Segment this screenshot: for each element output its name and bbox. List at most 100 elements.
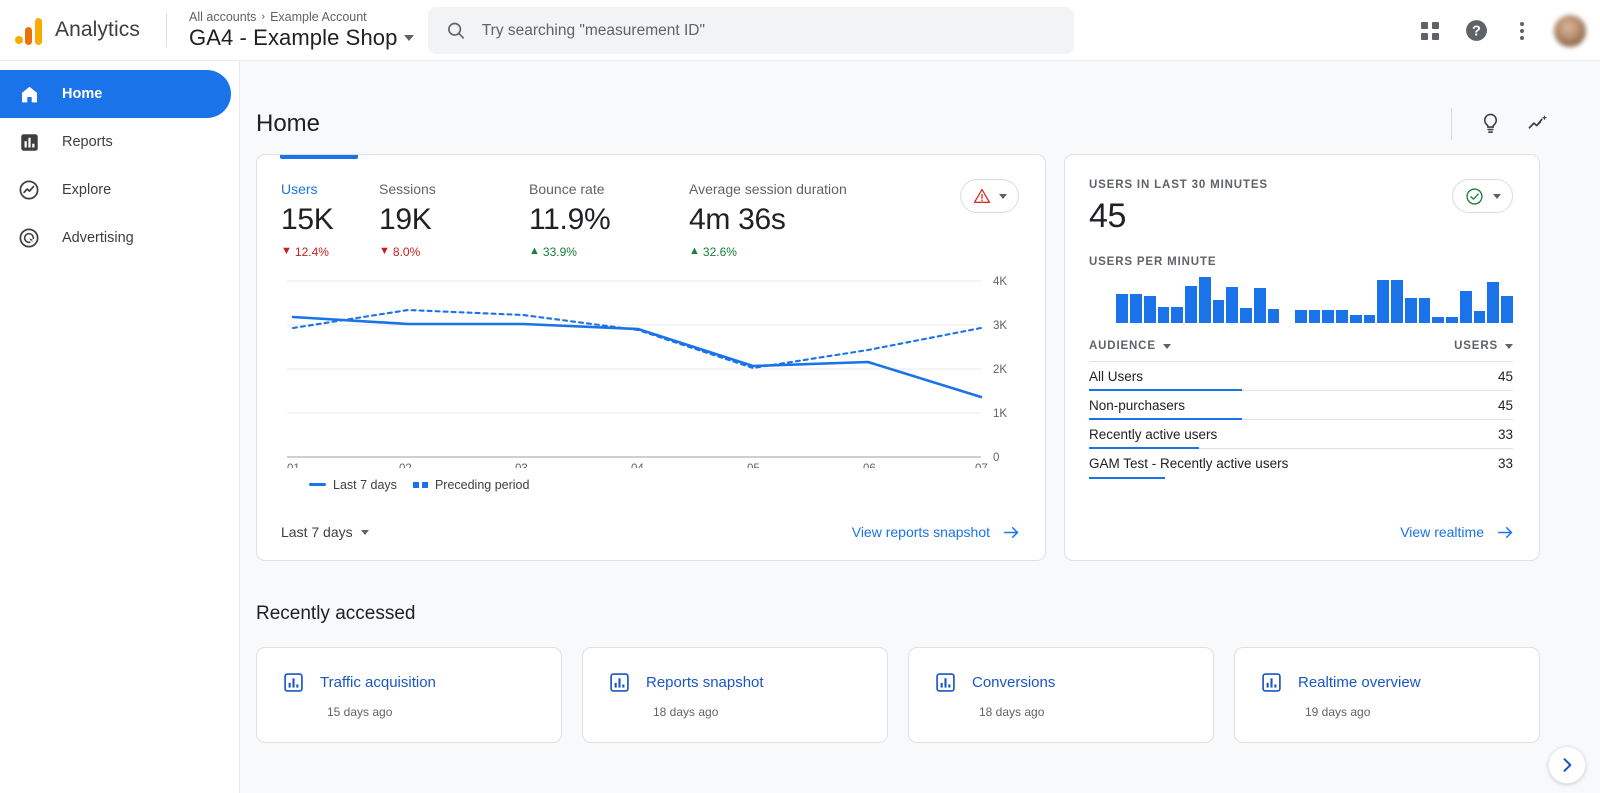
recent-card-time: 19 days ago (1305, 705, 1539, 719)
metric-value: 4m 36s (689, 204, 919, 236)
avatar[interactable] (1554, 15, 1586, 47)
row-users: 33 (1498, 427, 1513, 442)
metric-value: 11.9% (529, 204, 689, 236)
per-minute-bar (1405, 298, 1417, 323)
apps-grid-button[interactable] (1408, 9, 1452, 53)
metric-label: Average session duration (689, 181, 919, 197)
per-minute-bar (1446, 317, 1458, 323)
dashboard-cards: Users 15K ▼ 12.4% Sessions 19K ▼ 8.0% (240, 154, 1600, 561)
intelligence-button[interactable] (1516, 102, 1560, 146)
metrics-row: Users 15K ▼ 12.4% Sessions 19K ▼ 8.0% (257, 155, 1045, 259)
column-header-users[interactable]: USERS (1454, 340, 1513, 352)
metric-delta: ▼ 8.0% (379, 245, 529, 259)
metric-users[interactable]: Users 15K ▼ 12.4% (281, 181, 379, 259)
table-row[interactable]: Non-purchasers 45 (1089, 391, 1513, 420)
svg-text:06: 06 (863, 463, 876, 468)
per-minute-bar (1460, 291, 1472, 323)
page-tools (1451, 102, 1560, 146)
recent-card-time: 18 days ago (979, 705, 1213, 719)
view-realtime-link[interactable]: View realtime (1400, 523, 1515, 542)
top-bar: Analytics All accounts › Example Account… (0, 0, 1600, 61)
users-per-minute-caption: USERS PER MINUTE (1089, 256, 1513, 268)
metric-delta-value: 33.9% (543, 245, 577, 259)
realtime-status-badge[interactable] (1452, 179, 1513, 213)
legend-item-preceding-period: Preceding period (413, 478, 530, 492)
recent-card-name: Traffic acquisition (320, 674, 436, 691)
audience-table: AUDIENCE USERS All Users 45 (1089, 340, 1513, 478)
table-row[interactable]: Recently active users 33 (1089, 420, 1513, 449)
ga4-home-page: Analytics All accounts › Example Account… (0, 0, 1600, 793)
per-minute-bar (1213, 300, 1225, 323)
recent-card-conversions[interactable]: Conversions 18 days ago (908, 647, 1214, 743)
metric-delta: ▲ 33.9% (529, 245, 689, 259)
metric-delta-value: 32.6% (703, 245, 737, 259)
svg-text:05: 05 (747, 463, 760, 468)
sidebar-item-reports[interactable]: Reports (0, 118, 231, 166)
more-options-button[interactable] (1500, 9, 1544, 53)
sidebar-item-home[interactable]: Home (0, 70, 231, 118)
carousel-next-button[interactable] (1548, 746, 1586, 784)
warning-triangle-icon (973, 187, 991, 205)
metric-value: 19K (379, 204, 529, 236)
sidebar-item-explore[interactable]: Explore (0, 166, 231, 214)
help-icon: ? (1464, 18, 1489, 43)
chart-gridlines (287, 281, 981, 457)
metric-bounce-rate[interactable]: Bounce rate 11.9% ▲ 33.9% (529, 181, 689, 259)
report-bar-icon (283, 672, 304, 693)
column-label: AUDIENCE (1089, 340, 1156, 352)
divider (166, 13, 167, 47)
table-row[interactable]: GAM Test - Recently active users 33 (1089, 449, 1513, 478)
brand-logo[interactable]: Analytics (0, 15, 160, 45)
sidebar-item-advertising[interactable]: Advertising (0, 214, 231, 262)
metric-label: Users (281, 181, 379, 197)
legend-label: Last 7 days (333, 478, 397, 492)
per-minute-bar (1185, 286, 1197, 323)
analytics-logo-icon (14, 15, 44, 45)
per-minute-bar (1377, 280, 1389, 323)
per-minute-bar (1474, 311, 1486, 323)
svg-text:0: 0 (993, 452, 999, 464)
column-header-audience[interactable]: AUDIENCE (1089, 340, 1171, 352)
recent-card-realtime-overview[interactable]: Realtime overview 19 days ago (1234, 647, 1540, 743)
overview-card-footer: Last 7 days View reports snapshot (257, 504, 1045, 560)
sidebar-item-label: Advertising (62, 230, 134, 246)
per-minute-bar (1322, 310, 1334, 323)
per-minute-bar (1158, 307, 1170, 323)
per-minute-bar (1240, 308, 1252, 323)
report-bar-icon (935, 672, 956, 693)
metric-value: 15K (281, 204, 379, 236)
search-input[interactable] (482, 22, 1056, 40)
help-button[interactable]: ? (1454, 9, 1498, 53)
property-name: GA4 - Example Shop (189, 25, 397, 51)
per-minute-bar (1336, 310, 1348, 323)
metric-avg-session-duration[interactable]: Average session duration 4m 36s ▲ 32.6% (689, 181, 919, 259)
home-icon (18, 83, 40, 105)
property-selector[interactable]: GA4 - Example Shop (189, 25, 414, 51)
metric-label: Sessions (379, 181, 529, 197)
per-minute-bar (1309, 310, 1321, 323)
metric-sessions[interactable]: Sessions 19K ▼ 8.0% (379, 181, 529, 259)
row-users: 33 (1498, 456, 1513, 471)
search-icon (446, 20, 466, 41)
per-minute-bar (1295, 310, 1307, 323)
search-bar[interactable] (428, 7, 1074, 54)
date-range-selector[interactable]: Last 7 days (281, 524, 369, 540)
brand-name: Analytics (55, 18, 140, 42)
metric-delta-value: 12.4% (295, 245, 329, 259)
recent-card-name: Realtime overview (1298, 674, 1421, 691)
view-reports-snapshot-link[interactable]: View reports snapshot (852, 523, 1021, 542)
per-minute-bar (1199, 277, 1211, 323)
column-label: USERS (1454, 340, 1498, 352)
recent-card-name: Conversions (972, 674, 1055, 691)
recent-card-traffic-acquisition[interactable]: Traffic acquisition 15 days ago (256, 647, 562, 743)
recent-card-reports-snapshot[interactable]: Reports snapshot 18 days ago (582, 647, 888, 743)
svg-text:03: 03 (515, 463, 528, 468)
data-quality-badge[interactable] (960, 179, 1019, 213)
account-selector[interactable]: All accounts › Example Account GA4 - Exa… (189, 10, 414, 51)
advertising-icon (18, 227, 40, 249)
row-users: 45 (1498, 398, 1513, 413)
legend-dashed-line-icon (413, 482, 428, 488)
table-row[interactable]: All Users 45 (1089, 362, 1513, 391)
users-per-minute-bar-chart (1089, 277, 1513, 323)
insights-button[interactable] (1468, 102, 1512, 146)
